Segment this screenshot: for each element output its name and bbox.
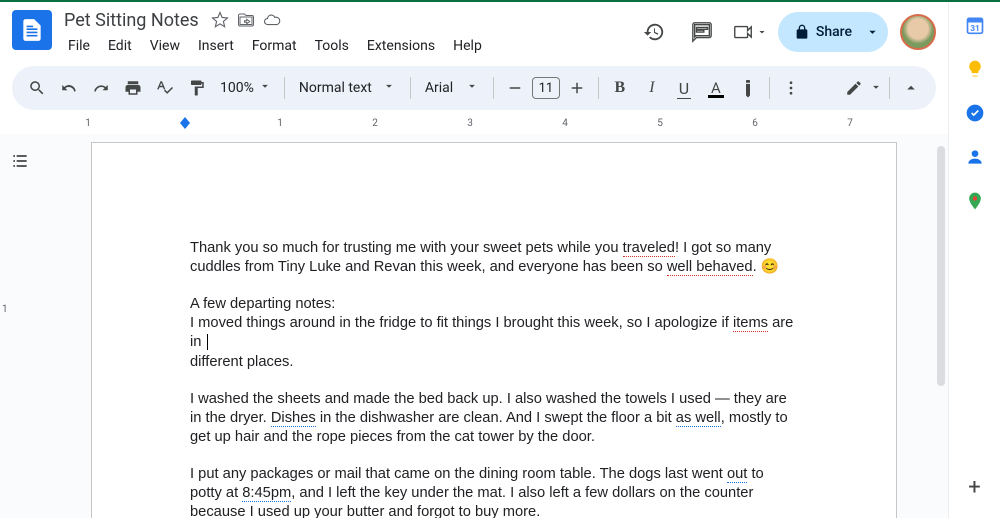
- paragraph[interactable]: I washed the sheets and made the bed bac…: [190, 390, 798, 447]
- bold-button[interactable]: B: [605, 73, 635, 103]
- move-icon[interactable]: [237, 11, 255, 29]
- lock-icon: [794, 24, 810, 40]
- side-panel: 31 +: [948, 2, 1000, 518]
- share-label: Share: [816, 24, 852, 40]
- svg-text:31: 31: [970, 24, 980, 34]
- menu-format[interactable]: Format: [244, 34, 305, 58]
- paint-format-icon[interactable]: [182, 73, 212, 103]
- highlight-button[interactable]: [733, 73, 763, 103]
- search-tool-icon[interactable]: [22, 73, 52, 103]
- cloud-status-icon[interactable]: [263, 11, 281, 29]
- menu-extensions[interactable]: Extensions: [359, 34, 443, 58]
- collapse-toolbar-icon[interactable]: [896, 73, 926, 103]
- addons-plus-icon[interactable]: +: [964, 476, 986, 498]
- toolbar: 100% Normal text Arial 11 B I U: [12, 66, 936, 110]
- maps-icon[interactable]: [964, 190, 986, 212]
- vertical-ruler[interactable]: 1: [2, 134, 16, 518]
- redo-icon[interactable]: [86, 73, 116, 103]
- document-area: 1 Thank you so much for trusting me with…: [0, 134, 948, 518]
- more-tools-icon[interactable]: [776, 73, 806, 103]
- keep-icon[interactable]: [964, 58, 986, 80]
- font-size-input[interactable]: 11: [532, 77, 560, 99]
- editing-mode-button[interactable]: [839, 73, 883, 103]
- history-icon[interactable]: [634, 12, 674, 52]
- menu-view[interactable]: View: [142, 34, 188, 58]
- star-icon[interactable]: [211, 11, 229, 29]
- paragraph-style-select[interactable]: Normal text: [291, 79, 404, 97]
- account-avatar[interactable]: [900, 14, 936, 50]
- meet-icon[interactable]: [730, 12, 770, 52]
- text-cursor: [207, 334, 209, 350]
- text-color-button[interactable]: A: [701, 73, 731, 103]
- font-select[interactable]: Arial: [417, 79, 487, 97]
- menu-file[interactable]: File: [60, 34, 98, 58]
- doc-title[interactable]: Pet Sitting Notes: [60, 9, 203, 32]
- tasks-icon[interactable]: [964, 102, 986, 124]
- docs-home-icon[interactable]: [12, 10, 52, 50]
- menu-help[interactable]: Help: [445, 34, 490, 58]
- page-canvas[interactable]: Thank you so much for trusting me with y…: [91, 142, 897, 518]
- print-icon[interactable]: [118, 73, 148, 103]
- share-button[interactable]: Share: [778, 12, 888, 52]
- scrollbar-thumb[interactable]: [937, 146, 945, 386]
- comments-icon[interactable]: [682, 12, 722, 52]
- font-size-decrease[interactable]: [500, 73, 530, 103]
- paragraph[interactable]: Thank you so much for trusting me with y…: [190, 239, 798, 277]
- share-dropdown[interactable]: [860, 24, 880, 40]
- paragraph[interactable]: I put any packages or mail that came on …: [190, 465, 798, 518]
- menu-tools[interactable]: Tools: [307, 34, 357, 58]
- underline-button[interactable]: U: [669, 73, 699, 103]
- paragraph[interactable]: A few departing notes:I moved things aro…: [190, 295, 798, 371]
- menu-bar: File Edit View Insert Format Tools Exten…: [60, 32, 634, 60]
- menu-edit[interactable]: Edit: [100, 34, 140, 58]
- spellcheck-icon[interactable]: [150, 73, 180, 103]
- header: Pet Sitting Notes File Edit View Insert …: [0, 2, 948, 60]
- calendar-icon[interactable]: 31: [964, 14, 986, 36]
- italic-button[interactable]: I: [637, 73, 667, 103]
- zoom-select[interactable]: 100%: [214, 79, 278, 97]
- font-size-increase[interactable]: [562, 73, 592, 103]
- undo-icon[interactable]: [54, 73, 84, 103]
- menu-insert[interactable]: Insert: [190, 34, 242, 58]
- contacts-icon[interactable]: [964, 146, 986, 168]
- horizontal-ruler[interactable]: 1 1 2 3 4 5 6 7: [0, 116, 948, 134]
